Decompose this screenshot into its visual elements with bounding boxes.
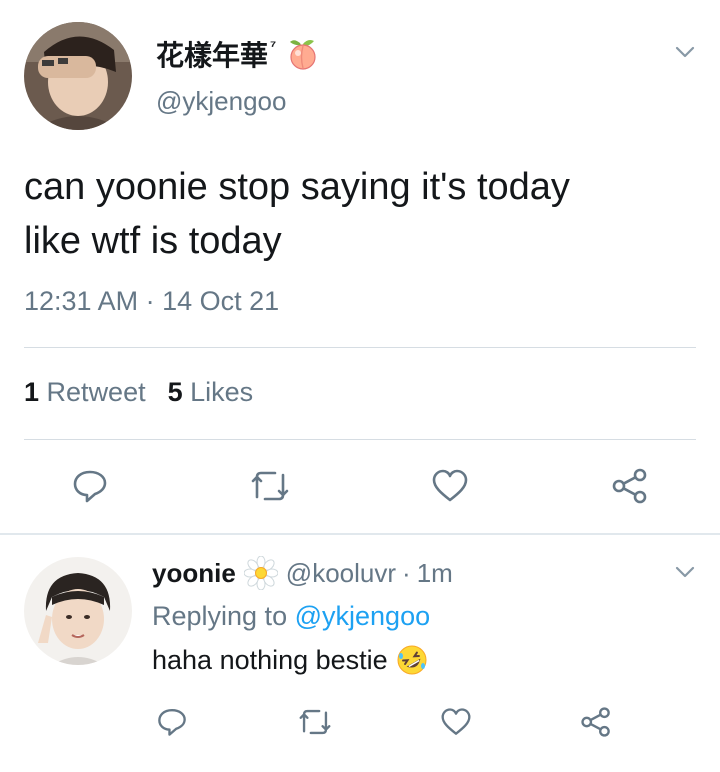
like-button[interactable] xyxy=(430,466,470,506)
tweet-timestamp[interactable]: 12:31 AM · 14 Oct 21 xyxy=(24,286,279,317)
author-handle[interactable]: @ykjengoo xyxy=(156,86,286,117)
replier-handle[interactable]: @kooluvr xyxy=(286,558,396,589)
peach-emoji-icon xyxy=(286,37,320,71)
share-icon xyxy=(581,707,610,737)
main-tweet: 花樣年華 ⁷ @ykjengoo can yoonie stop saying i… xyxy=(0,0,720,535)
author-name-text: 花樣年華 xyxy=(156,40,269,71)
retweet-stat[interactable]: 1 Retweet xyxy=(24,377,146,407)
author-display-name[interactable]: 花樣年華 ⁷ xyxy=(156,34,320,74)
replying-to: Replying to @ykjengoo xyxy=(152,601,430,632)
retweet-count: 1 xyxy=(24,377,40,407)
separator-dot: · xyxy=(402,557,411,588)
share-icon xyxy=(612,468,647,504)
replier-display-name[interactable]: yoonie xyxy=(152,558,236,589)
rolling-laughing-emoji-icon xyxy=(396,644,428,676)
replier-name-row: yoonie @kooluvr · 1m xyxy=(152,555,453,591)
retweet-icon xyxy=(251,471,289,501)
replying-to-link[interactable]: @ykjengoo xyxy=(295,601,431,631)
share-button[interactable] xyxy=(610,466,650,506)
replier-avatar[interactable] xyxy=(24,557,132,665)
retweet-button[interactable] xyxy=(248,466,292,506)
author-avatar[interactable] xyxy=(24,22,132,130)
reply-icon xyxy=(158,709,186,736)
reply-text: haha nothing bestie xyxy=(152,644,428,676)
chevron-down-icon[interactable] xyxy=(673,560,697,584)
like-count: 5 xyxy=(167,377,183,407)
reply-time: 1m xyxy=(416,557,453,588)
reply-button[interactable] xyxy=(70,466,110,506)
daisy-emoji-icon xyxy=(243,555,279,591)
tweet-text: can yoonie stop saying it's today like w… xyxy=(24,160,704,268)
divider xyxy=(0,533,720,535)
chevron-down-icon[interactable] xyxy=(673,40,697,64)
divider xyxy=(24,439,696,440)
tweet-stats: 1 Retweet 5 Likes xyxy=(24,377,253,408)
share-button[interactable] xyxy=(578,704,614,740)
divider xyxy=(24,347,696,348)
like-icon xyxy=(432,469,468,502)
like-button[interactable] xyxy=(438,704,474,740)
like-icon xyxy=(441,708,471,735)
retweet-icon xyxy=(299,709,331,735)
retweet-button[interactable] xyxy=(296,704,334,740)
reply-button[interactable] xyxy=(154,704,190,740)
author-name-suffix: ⁷ xyxy=(270,37,277,55)
like-stat[interactable]: 5 Likes xyxy=(168,377,254,407)
reply-text-content: haha nothing bestie xyxy=(152,644,388,675)
tweet-text-line: like wtf is today xyxy=(24,220,282,262)
reply-icon xyxy=(73,470,107,503)
replying-prefix: Replying to xyxy=(152,601,288,631)
tweet-text-line: can yoonie stop saying it's today xyxy=(24,166,570,208)
retweet-label: Retweet xyxy=(46,377,146,407)
like-label: Likes xyxy=(190,377,254,407)
